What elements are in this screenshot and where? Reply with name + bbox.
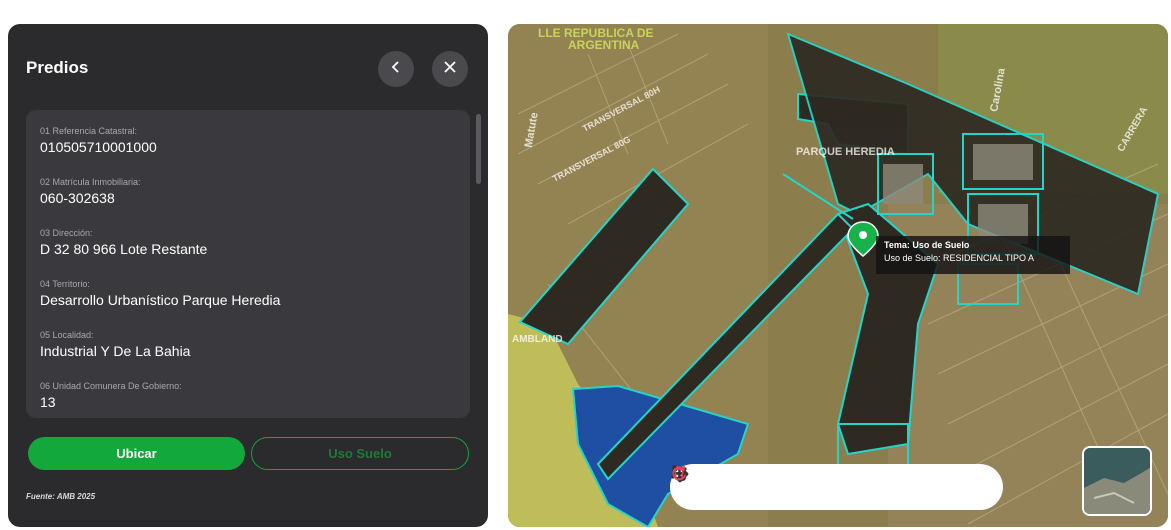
scrollbar[interactable] — [476, 114, 481, 184]
land-use-tooltip: Tema: Uso de Suelo Uso de Suelo: RESIDEN… — [876, 236, 1070, 274]
field-direccion: 03 Dirección: D 32 80 966 Lote Restante — [40, 228, 207, 257]
pan-icon[interactable] — [671, 465, 829, 499]
field-value: 010505710001000 — [40, 139, 157, 155]
field-value: D 32 80 966 Lote Restante — [40, 241, 208, 257]
panel-title: Predios — [26, 58, 89, 77]
ubicar-button[interactable]: Ubicar — [28, 437, 245, 470]
close-button[interactable] — [432, 51, 468, 87]
field-territorio: 04 Territorio: Desarrollo Urbanístico Pa… — [40, 279, 280, 308]
zoom-out-icon[interactable] — [672, 472, 791, 499]
map-label-parque: PARQUE HEREDIA — [796, 146, 895, 158]
polygon-icon[interactable] — [671, 465, 868, 499]
circle-tool-icon[interactable] — [672, 466, 713, 499]
field-label: 01 Referencia Catastral: — [40, 126, 138, 136]
map-toolbar — [670, 464, 1003, 510]
zoom-in-icon[interactable] — [672, 466, 752, 499]
field-label: 04 Territorio: — [40, 279, 90, 289]
back-button[interactable] — [378, 51, 414, 87]
tooltip-text: Uso de Suelo: RESIDENCIAL TIPO A — [884, 253, 1035, 263]
minimap-thumbnail[interactable] — [1082, 446, 1152, 516]
refresh-icon[interactable] — [672, 466, 984, 499]
field-localidad: 05 Localidad: Industrial Y De La Bahia — [40, 330, 190, 359]
field-label: 06 Unidad Comunera De Gobierno: — [40, 381, 182, 391]
field-label: 03 Dirección: — [40, 228, 93, 238]
field-value: 13 — [40, 394, 56, 410]
map-view[interactable]: LLE REPUBLICA DE ARGENTINA PARQUE HEREDI… — [508, 24, 1168, 527]
field-label: 05 Localidad: — [40, 330, 94, 340]
chevron-left-icon — [389, 60, 403, 79]
field-referencia-catastral: 01 Referencia Catastral: 010505710001000 — [40, 126, 157, 155]
field-unidad-comunera: 06 Unidad Comunera De Gobierno: 13 — [40, 381, 182, 410]
map-label-amb-land: AMBLAND — [512, 334, 563, 345]
delete-icon[interactable] — [674, 466, 945, 499]
predios-panel: Predios 01 Referencia Catastral: 0105057… — [8, 24, 488, 527]
close-icon — [443, 60, 457, 79]
field-value: Desarrollo Urbanístico Parque Heredia — [40, 292, 281, 308]
source-note: Fuente: AMB 2025 — [26, 492, 96, 501]
field-value: 060-302638 — [40, 190, 115, 206]
map-canvas — [508, 24, 1168, 527]
field-label: 02 Matrícula Inmobiliaria: — [40, 177, 141, 187]
field-matricula: 02 Matrícula Inmobiliaria: 060-302638 — [40, 177, 141, 206]
field-value: Industrial Y De La Bahia — [40, 343, 191, 359]
map-label-argentina: ARGENTINA — [568, 38, 640, 52]
tooltip-title: Tema: Uso de Suelo — [884, 240, 970, 250]
predio-info-list[interactable]: 01 Referencia Catastral: 010505710001000… — [26, 110, 470, 418]
route-icon[interactable] — [672, 465, 906, 499]
uso-suelo-button[interactable]: Uso Suelo — [251, 437, 469, 470]
